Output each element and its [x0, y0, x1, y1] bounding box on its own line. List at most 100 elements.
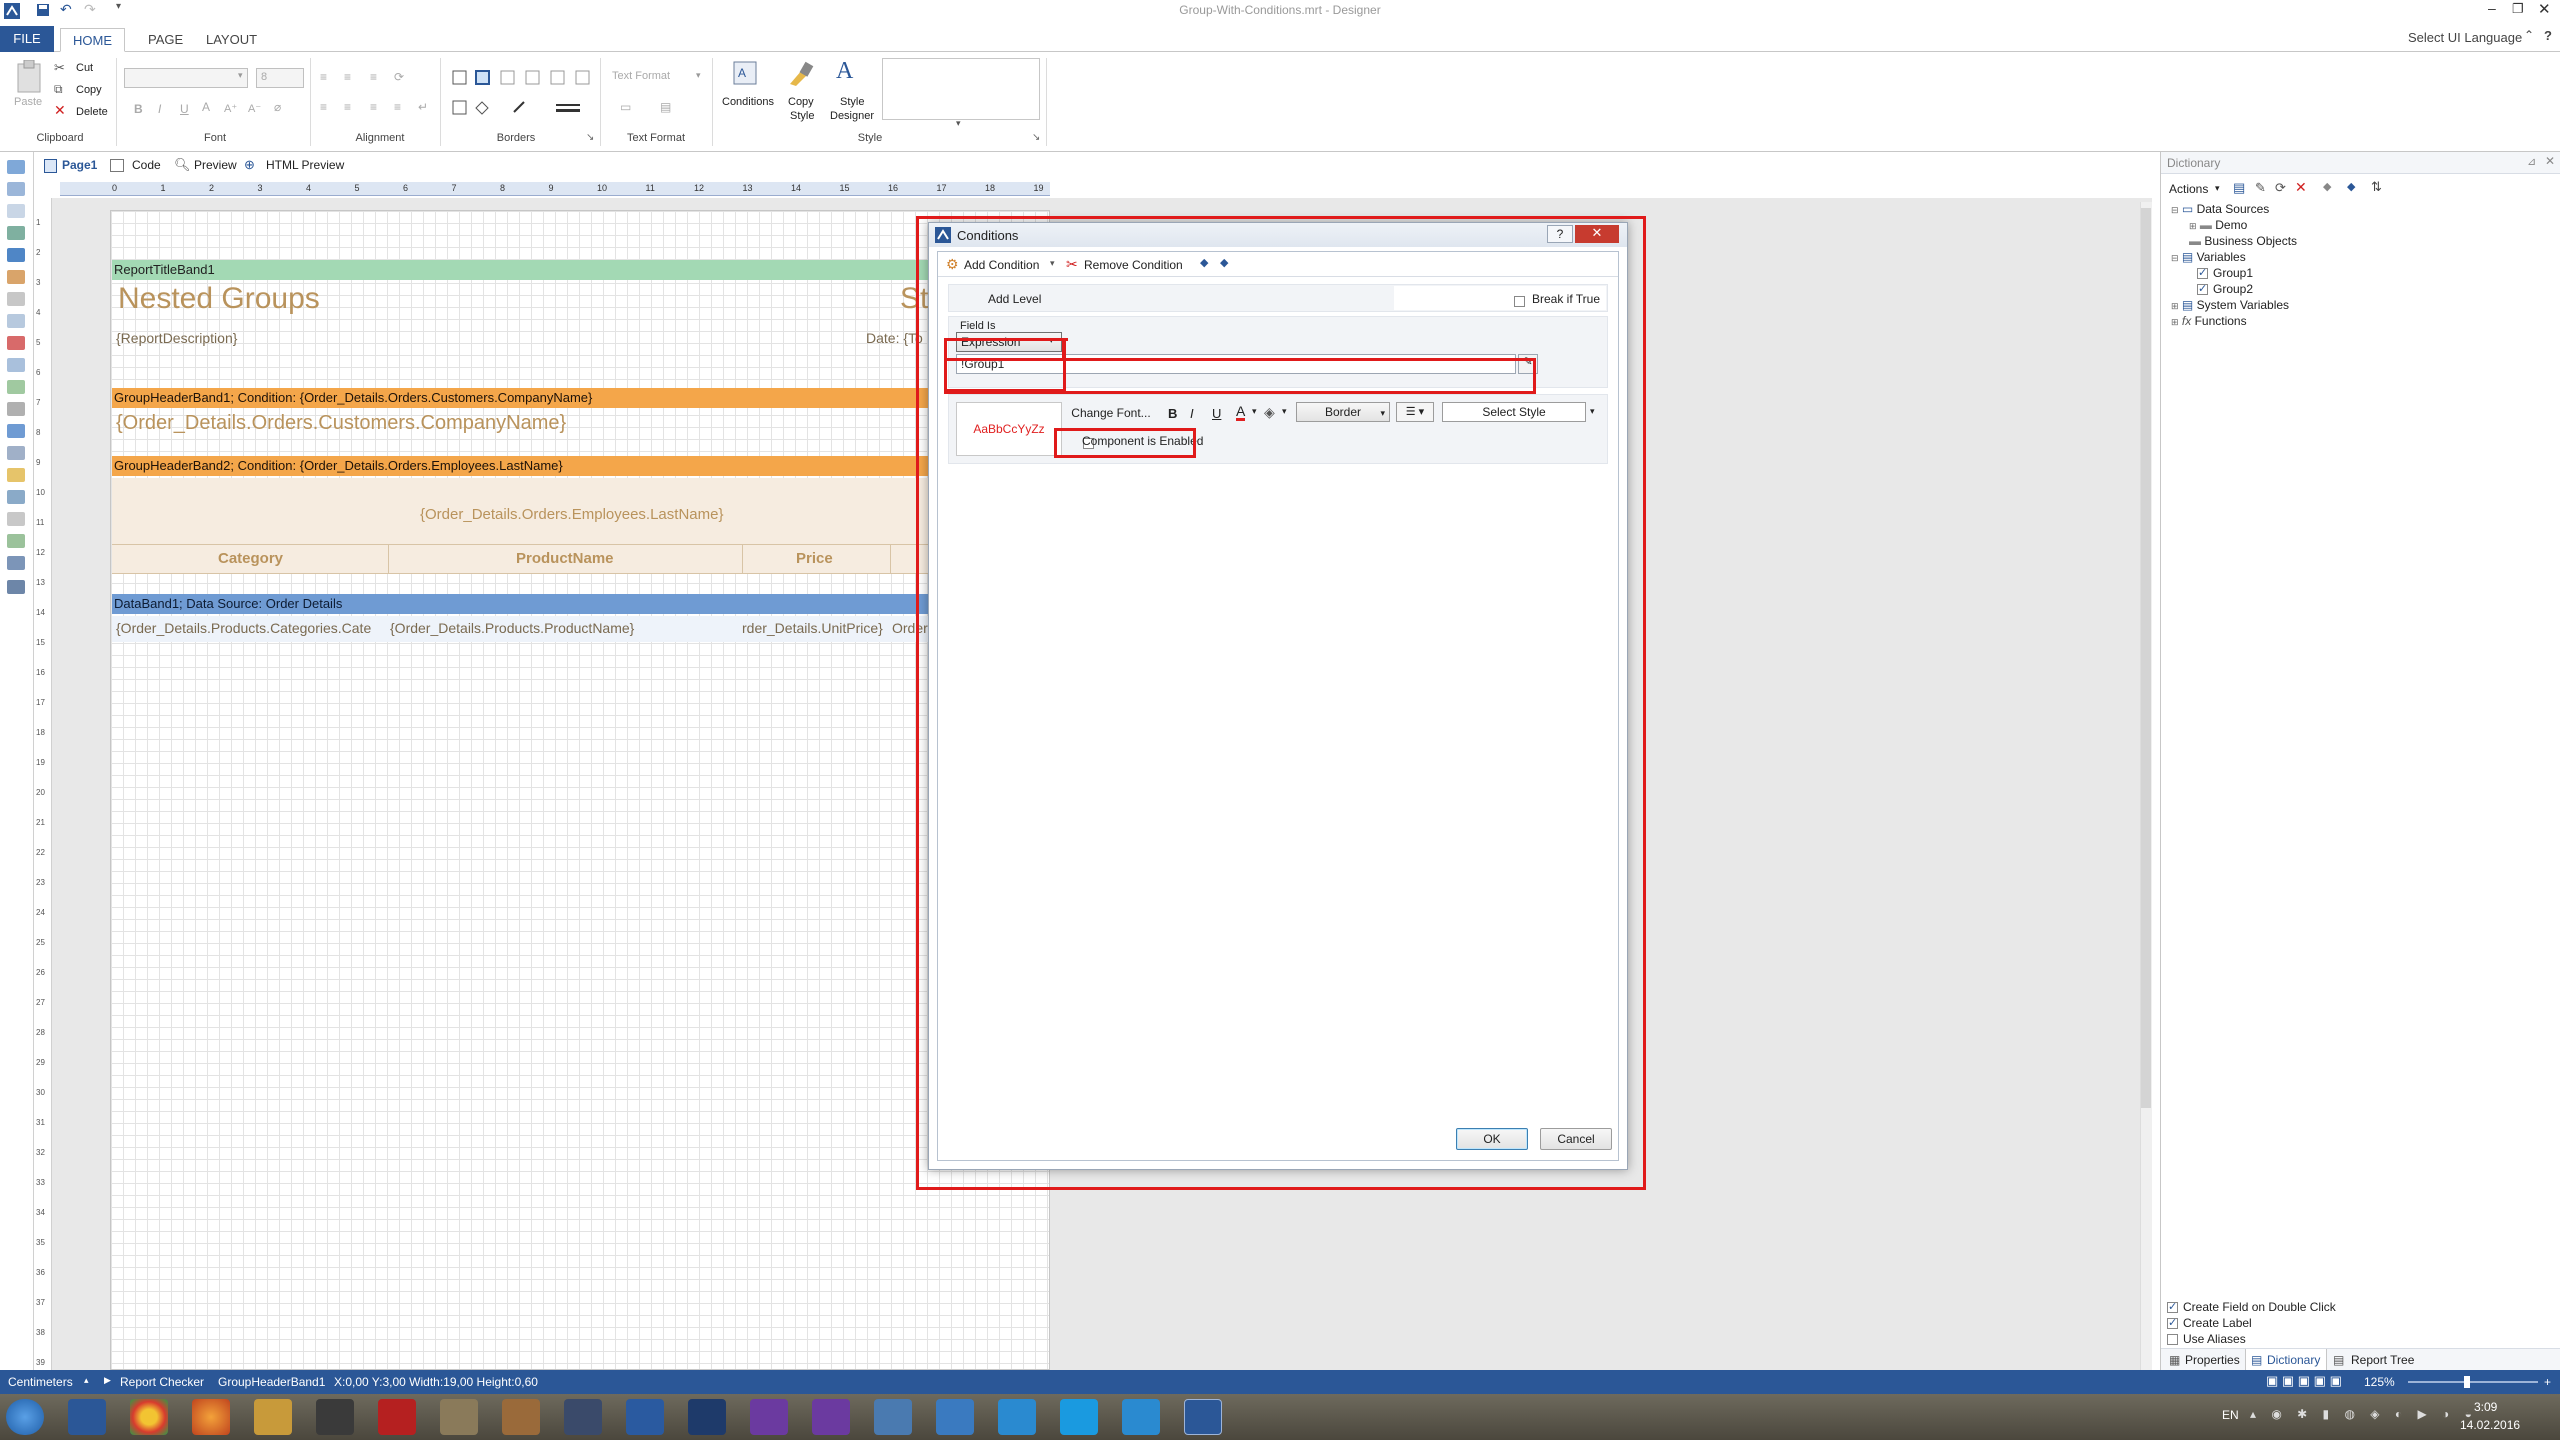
underline-icon[interactable]: U: [1212, 406, 1221, 421]
zoom-in-icon[interactable]: +: [2544, 1375, 2551, 1389]
chevron-down-icon[interactable]: ▾: [1252, 406, 1257, 417]
refresh-icon[interactable]: ⟳: [2275, 180, 2286, 196]
report-title-text[interactable]: Nested Groups: [118, 282, 320, 316]
checkbox-tool-icon[interactable]: [7, 380, 25, 394]
select-style-dropdown[interactable]: Select Style: [1442, 402, 1586, 422]
border-buttons[interactable]: [452, 70, 592, 86]
shrink-font-icon[interactable]: A⁻: [248, 102, 261, 115]
tree-node-group1[interactable]: Group1: [2197, 266, 2253, 280]
column-header-productname[interactable]: ProductName: [516, 550, 614, 567]
taskbar-visual-studio-icon[interactable]: [750, 1399, 788, 1435]
taskbar-app-icon[interactable]: [316, 1399, 354, 1435]
cancel-button[interactable]: Cancel: [1540, 1128, 1612, 1150]
rectangle-tool-icon[interactable]: [7, 534, 25, 548]
move-down-icon[interactable]: ◆: [2347, 180, 2355, 193]
tree-node-variables[interactable]: ⊟ ▤ Variables: [2171, 250, 2246, 264]
font-name-combo[interactable]: [124, 68, 248, 88]
help-icon[interactable]: ?: [2544, 28, 2552, 43]
zipcode-tool-icon[interactable]: [7, 402, 25, 416]
data-cell-category[interactable]: {Order_Details.Products.Categories.Cate: [116, 620, 386, 636]
shape-tool-icon[interactable]: [7, 424, 25, 438]
tree-node-demo[interactable]: ⊞ ▬ Demo: [2189, 218, 2247, 232]
input-language[interactable]: EN: [2222, 1408, 2239, 1422]
chevron-down-icon[interactable]: ▴: [84, 1375, 89, 1386]
taskbar-firefox-icon[interactable]: [192, 1399, 230, 1435]
group1-text[interactable]: {Order_Details.Orders.Customers.CompanyN…: [116, 412, 566, 435]
maximize-icon[interactable]: ❐: [2512, 1, 2524, 17]
report-checker-button[interactable]: Report Checker: [120, 1375, 204, 1389]
sort-icon[interactable]: ⇅: [2371, 179, 2382, 195]
taskbar-photoshop-icon[interactable]: [688, 1399, 726, 1435]
text-format-combo[interactable]: Text Format: [612, 70, 670, 82]
taskbar-designer-icon[interactable]: [1184, 1399, 1222, 1435]
option-create-label[interactable]: Create Label: [2167, 1316, 2252, 1330]
taskbar-app-icon[interactable]: [626, 1399, 664, 1435]
collapse-ribbon-icon[interactable]: ⌃: [2524, 28, 2534, 42]
component-tool-icon[interactable]: [7, 248, 25, 262]
zoom-level[interactable]: 125%: [2364, 1375, 2395, 1389]
column-header-price[interactable]: Price: [796, 550, 833, 567]
add-condition-button[interactable]: Add Condition: [964, 258, 1039, 272]
taskbar-app-save[interactable]: [68, 1399, 106, 1435]
word-wrap-icon[interactable]: ↵: [418, 100, 428, 114]
tab-code[interactable]: Code: [132, 158, 161, 172]
group2-text[interactable]: {Order_Details.Orders.Employees.LastName…: [420, 506, 723, 523]
tree-node-functions[interactable]: ⊞ fx Functions: [2171, 314, 2247, 328]
text-color-icon[interactable]: A: [1236, 404, 1246, 421]
zoom-slider-thumb[interactable]: [2464, 1376, 2470, 1388]
taskbar-app-icon[interactable]: [874, 1399, 912, 1435]
edit-icon[interactable]: ✎: [2255, 180, 2266, 196]
tree-node-data-sources[interactable]: ⊟ ▭ Data Sources: [2171, 202, 2269, 216]
group-header-band-2[interactable]: GroupHeaderBand2; Condition: {Order_Deta…: [112, 456, 932, 476]
rotate-text-icon[interactable]: ⟳: [394, 70, 404, 84]
new-item-icon[interactable]: ▤: [2233, 180, 2245, 196]
close-icon[interactable]: ✕: [2538, 0, 2551, 18]
borders-launcher-icon[interactable]: ↘: [586, 132, 594, 143]
bold-icon[interactable]: B: [1168, 406, 1177, 421]
text-tool-icon[interactable]: [7, 226, 25, 240]
taskbar-visual-studio-icon[interactable]: [812, 1399, 850, 1435]
tab-html-preview[interactable]: HTML Preview: [266, 158, 344, 172]
minimize-icon[interactable]: –: [2488, 0, 2496, 16]
data-cell-unitprice[interactable]: rder_Details.UnitPrice}: [742, 620, 883, 636]
chevron-down-icon[interactable]: ▾: [1590, 406, 1595, 417]
taskbar-app-icon[interactable]: [440, 1399, 478, 1435]
move-up-icon[interactable]: ◆: [2323, 180, 2331, 193]
units-selector[interactable]: Centimeters: [8, 1375, 73, 1389]
align-top-icon[interactable]: ≡: [320, 70, 327, 84]
tab-report-tree[interactable]: Report Tree: [2351, 1353, 2414, 1367]
taskbar-telegram-icon[interactable]: [998, 1399, 1036, 1435]
cut-button[interactable]: Cut: [76, 62, 93, 74]
panel-tool-icon[interactable]: [7, 292, 25, 306]
delete-button[interactable]: Delete: [76, 106, 108, 118]
clock-date[interactable]: 14.02.2016: [2460, 1418, 2520, 1432]
move-up-icon[interactable]: ◆: [1200, 256, 1208, 269]
paste-button[interactable]: Paste: [14, 96, 42, 108]
field-is-dropdown[interactable]: Expression ▾: [956, 332, 1062, 352]
report-date[interactable]: Date: {To: [866, 330, 923, 346]
border-style-buttons[interactable]: [452, 100, 592, 116]
expression-input[interactable]: !Group1: [956, 354, 1516, 374]
copy-button[interactable]: Copy: [76, 84, 102, 96]
data-cell-extra[interactable]: Order: [892, 620, 928, 636]
fill-color-icon[interactable]: ◈: [1264, 404, 1275, 421]
group-header-band-1[interactable]: GroupHeaderBand1; Condition: {Order_Deta…: [112, 388, 932, 408]
taskbar-app-icon[interactable]: [564, 1399, 602, 1435]
dialog-help-button[interactable]: ?: [1547, 225, 1573, 243]
tree-node-business-objects[interactable]: ▬ Business Objects: [2189, 234, 2297, 248]
justify-icon[interactable]: ≡: [394, 100, 401, 114]
style-gallery[interactable]: [882, 58, 1040, 120]
format-icon[interactable]: ▭: [620, 100, 631, 114]
chevron-down-icon[interactable]: ▾: [1050, 258, 1055, 269]
close-panel-icon[interactable]: ✕: [2545, 154, 2555, 168]
align-center-icon[interactable]: ≡: [344, 100, 351, 114]
chart-tool-icon[interactable]: [7, 468, 25, 482]
view-mode-icons[interactable]: ▣ ▣ ▣ ▣ ▣: [2266, 1373, 2342, 1389]
tray-icons[interactable]: ▴ ◉ ✱ ▮ ◍ ◈ ◐ ▶ ◑ ◒: [2250, 1407, 2478, 1421]
taskbar-app-icon[interactable]: [254, 1399, 292, 1435]
image-tool-icon[interactable]: [7, 270, 25, 284]
scrollbar-thumb[interactable]: [2141, 208, 2151, 1108]
align-right-icon[interactable]: ≡: [370, 100, 377, 114]
barcode-tool-icon[interactable]: [7, 446, 25, 460]
tab-layout[interactable]: LAYOUT: [194, 28, 269, 52]
